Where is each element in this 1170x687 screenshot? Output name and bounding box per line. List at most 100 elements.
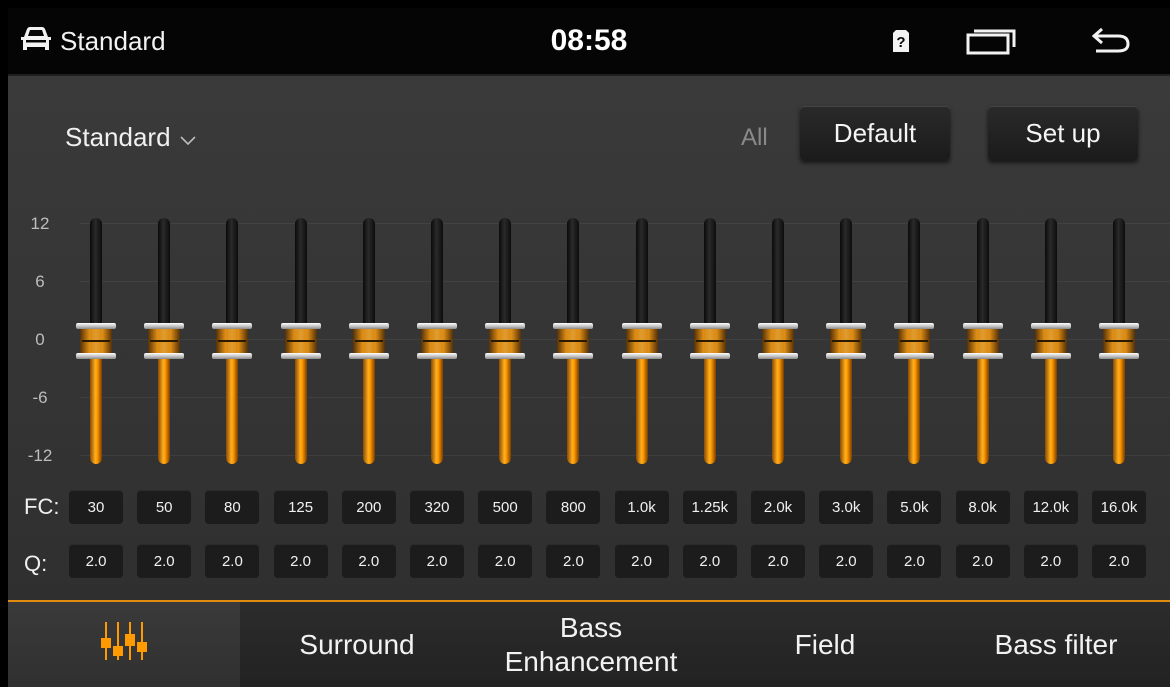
slider-knob[interactable] xyxy=(689,323,730,359)
eq-slider[interactable] xyxy=(962,218,1003,464)
q-value[interactable]: 2.0 xyxy=(682,544,737,578)
slider-knob[interactable] xyxy=(348,323,389,359)
q-value[interactable]: 2.0 xyxy=(205,544,260,578)
q-value[interactable]: 2.0 xyxy=(69,544,123,578)
slider-fill xyxy=(635,359,648,464)
slider-knob[interactable] xyxy=(758,323,798,359)
slider-knob[interactable] xyxy=(76,323,116,359)
tab-label: Bass filter xyxy=(994,628,1118,660)
eq-slider[interactable] xyxy=(621,218,662,464)
fc-value[interactable]: 50 xyxy=(137,490,192,524)
all-label[interactable]: All xyxy=(741,124,768,152)
default-button[interactable]: Default xyxy=(800,106,950,160)
fc-label: FC: xyxy=(24,494,60,519)
fc-value[interactable]: 12.0k xyxy=(1023,490,1078,524)
back-icon[interactable] xyxy=(1092,8,1132,74)
slider-knob[interactable] xyxy=(826,323,867,359)
slider-knob[interactable] xyxy=(894,323,935,359)
slider-fill xyxy=(703,359,716,464)
fc-value[interactable]: 2.0k xyxy=(751,490,805,524)
q-value[interactable]: 2.0 xyxy=(1092,544,1146,578)
eq-slider[interactable] xyxy=(826,218,867,464)
slider-knob[interactable] xyxy=(280,323,321,359)
fc-value[interactable]: 500 xyxy=(478,490,533,524)
fc-value[interactable]: 1.0k xyxy=(614,490,669,524)
q-value[interactable]: 2.0 xyxy=(273,544,328,578)
eq-slider[interactable] xyxy=(1099,218,1139,464)
slider-fill xyxy=(1113,359,1125,464)
scale-label: -12 xyxy=(27,446,53,465)
fc-value[interactable]: 16.0k xyxy=(1092,490,1146,524)
scale-label: 12 xyxy=(30,214,50,233)
tab-label: Bass Enhancement xyxy=(504,611,678,677)
fc-value[interactable]: 80 xyxy=(205,490,260,524)
tab-surround[interactable]: Surround xyxy=(240,602,476,687)
status-bar: Standard 08:58 ? xyxy=(8,8,1170,74)
eq-slider[interactable] xyxy=(894,218,935,464)
slider-fill xyxy=(1044,359,1057,464)
slider-fill xyxy=(499,359,512,464)
slider-knob[interactable] xyxy=(417,323,457,359)
tab-equalizer[interactable] xyxy=(8,602,242,687)
fc-value[interactable]: 3.0k xyxy=(819,490,874,524)
chevron-down-icon xyxy=(179,122,197,153)
slider-fill xyxy=(567,359,580,464)
setup-button[interactable]: Set up xyxy=(988,106,1138,160)
tab-field[interactable]: Field xyxy=(708,602,944,687)
q-value[interactable]: 2.0 xyxy=(887,544,942,578)
fc-value[interactable]: 1.25k xyxy=(682,490,737,524)
eq-slider[interactable] xyxy=(485,218,526,464)
tab-bass-enhancement[interactable]: Bass Enhancement xyxy=(474,602,710,687)
equalizer-icon xyxy=(100,620,148,670)
q-value[interactable]: 2.0 xyxy=(614,544,669,578)
fc-value[interactable]: 200 xyxy=(341,490,396,524)
eq-slider[interactable] xyxy=(76,218,116,464)
fc-value[interactable]: 5.0k xyxy=(887,490,942,524)
status-title: Standard xyxy=(60,25,166,56)
fc-value[interactable]: 800 xyxy=(546,490,601,524)
eq-slider[interactable] xyxy=(417,218,457,464)
eq-slider[interactable] xyxy=(689,218,730,464)
q-value[interactable]: 2.0 xyxy=(341,544,396,578)
slider-fill xyxy=(431,359,443,464)
slider-knob[interactable] xyxy=(144,323,185,359)
q-label: Q: xyxy=(24,551,48,576)
eq-slider[interactable] xyxy=(758,218,798,464)
slider-fill xyxy=(226,359,239,464)
fc-value[interactable]: 30 xyxy=(69,490,123,524)
eq-slider[interactable] xyxy=(348,218,389,464)
slider-knob[interactable] xyxy=(1099,323,1139,359)
slider-knob[interactable] xyxy=(212,323,253,359)
slider-knob[interactable] xyxy=(962,323,1003,359)
fc-value[interactable]: 125 xyxy=(273,490,328,524)
q-value[interactable]: 2.0 xyxy=(819,544,874,578)
q-value[interactable]: 2.0 xyxy=(478,544,533,578)
eq-slider[interactable] xyxy=(553,218,594,464)
q-value[interactable]: 2.0 xyxy=(546,544,601,578)
eq-slider[interactable] xyxy=(280,218,321,464)
eq-slider[interactable] xyxy=(1030,218,1071,464)
preset-dropdown[interactable]: Standard xyxy=(65,122,197,153)
slider-fill xyxy=(840,359,853,464)
eq-slider[interactable] xyxy=(144,218,185,464)
q-value[interactable]: 2.0 xyxy=(1023,544,1078,578)
preset-label: Standard xyxy=(65,122,171,152)
slider-knob[interactable] xyxy=(485,323,526,359)
recent-apps-icon[interactable] xyxy=(966,8,1018,74)
fc-value[interactable]: 320 xyxy=(410,490,464,524)
tab-label: Field xyxy=(794,628,856,660)
slider-fill xyxy=(294,359,307,464)
q-value[interactable]: 2.0 xyxy=(955,544,1010,578)
tab-bass-filter[interactable]: Bass filter xyxy=(942,602,1170,687)
slider-knob[interactable] xyxy=(553,323,594,359)
slider-knob[interactable] xyxy=(1030,323,1071,359)
q-value[interactable]: 2.0 xyxy=(410,544,464,578)
fc-value[interactable]: 8.0k xyxy=(955,490,1010,524)
q-value[interactable]: 2.0 xyxy=(137,544,192,578)
sim-unknown-icon: ? xyxy=(892,8,910,74)
slider-fill xyxy=(772,359,784,464)
slider-knob[interactable] xyxy=(621,323,662,359)
q-value[interactable]: 2.0 xyxy=(751,544,805,578)
eq-slider[interactable] xyxy=(212,218,253,464)
slider-fill xyxy=(90,359,102,464)
